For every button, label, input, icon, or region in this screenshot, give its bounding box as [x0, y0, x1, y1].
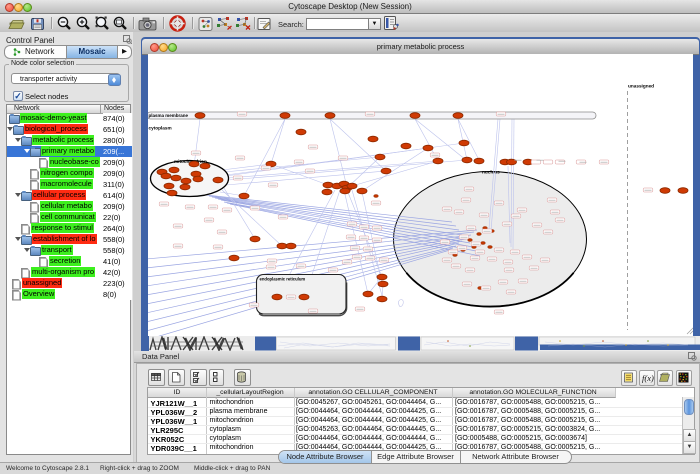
svg-text:cytoplasm: cytoplasm — [149, 126, 172, 131]
svg-text:unassigned: unassigned — [628, 84, 654, 89]
svg-text:nucleus: nucleus — [482, 170, 500, 175]
svg-text:plasma membrane: plasma membrane — [149, 113, 189, 118]
svg-text:endoplasmic reticulum: endoplasmic reticulum — [260, 277, 306, 282]
svg-text:f(x): f(x) — [642, 373, 654, 383]
